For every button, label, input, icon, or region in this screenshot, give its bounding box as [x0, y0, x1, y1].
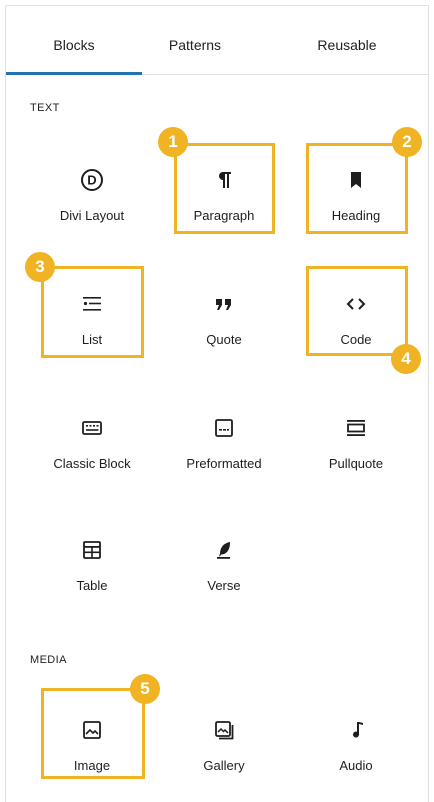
- block-label: Pullquote: [328, 456, 384, 471]
- block-list[interactable]: List: [40, 268, 144, 364]
- block-label: Gallery: [203, 758, 245, 773]
- block-label: Image: [73, 758, 111, 773]
- block-label: Verse: [207, 578, 241, 593]
- block-label: Preformatted: [186, 456, 262, 471]
- annotation-badge-5: 5: [130, 674, 160, 704]
- block-classic[interactable]: Classic Block: [40, 392, 144, 488]
- block-pullquote[interactable]: Pullquote: [304, 392, 408, 488]
- block-label: Divi Layout: [59, 208, 125, 223]
- preformatted-icon: [172, 414, 276, 442]
- gallery-icon: [172, 716, 276, 744]
- category-media-heading: MEDIA: [30, 654, 67, 666]
- tab-reusable[interactable]: Reusable: [286, 6, 408, 74]
- active-tab-indicator: [6, 72, 142, 75]
- block-audio[interactable]: Audio: [304, 694, 408, 790]
- keyboard-icon: [40, 414, 144, 442]
- svg-text:D: D: [87, 173, 96, 188]
- block-quote[interactable]: Quote: [172, 268, 276, 364]
- block-label: Paragraph: [193, 208, 255, 223]
- annotation-badge-4: 4: [391, 344, 421, 374]
- block-label: Quote: [206, 332, 242, 347]
- paragraph-icon: [172, 166, 276, 194]
- tab-patterns[interactable]: Patterns: [142, 6, 248, 74]
- pullquote-icon: [304, 414, 408, 442]
- block-label: Classic Block: [53, 456, 131, 471]
- block-label: List: [81, 332, 103, 347]
- block-divi-layout[interactable]: D Divi Layout: [40, 144, 144, 240]
- block-label: Table: [76, 578, 108, 593]
- block-label: Code: [340, 332, 372, 347]
- block-gallery[interactable]: Gallery: [172, 694, 276, 790]
- annotation-badge-3: 3: [25, 252, 55, 282]
- block-paragraph[interactable]: Paragraph: [172, 144, 276, 240]
- annotation-badge-1: 1: [158, 127, 188, 157]
- table-icon: [40, 536, 144, 564]
- annotation-badge-2: 2: [392, 127, 422, 157]
- quote-icon: [172, 290, 276, 318]
- block-preformatted[interactable]: Preformatted: [172, 392, 276, 488]
- music-note-icon: [304, 716, 408, 744]
- heading-icon: [304, 166, 408, 194]
- list-icon: [40, 290, 144, 318]
- feather-icon: [172, 536, 276, 564]
- block-inserter-panel: Blocks Patterns Reusable TEXT D Divi Lay…: [5, 5, 429, 802]
- block-verse[interactable]: Verse: [172, 514, 276, 610]
- tab-blocks[interactable]: Blocks: [6, 6, 142, 74]
- code-icon: [304, 290, 408, 318]
- category-text-heading: TEXT: [30, 102, 60, 114]
- block-label: Heading: [331, 208, 381, 223]
- block-label: Audio: [339, 758, 373, 773]
- block-table[interactable]: Table: [40, 514, 144, 610]
- inserter-tabs: Blocks Patterns Reusable: [6, 6, 428, 75]
- block-image[interactable]: Image: [40, 694, 144, 790]
- image-icon: [40, 716, 144, 744]
- block-heading[interactable]: Heading: [304, 144, 408, 240]
- divi-icon: D: [40, 166, 144, 194]
- block-code[interactable]: Code: [304, 268, 408, 364]
